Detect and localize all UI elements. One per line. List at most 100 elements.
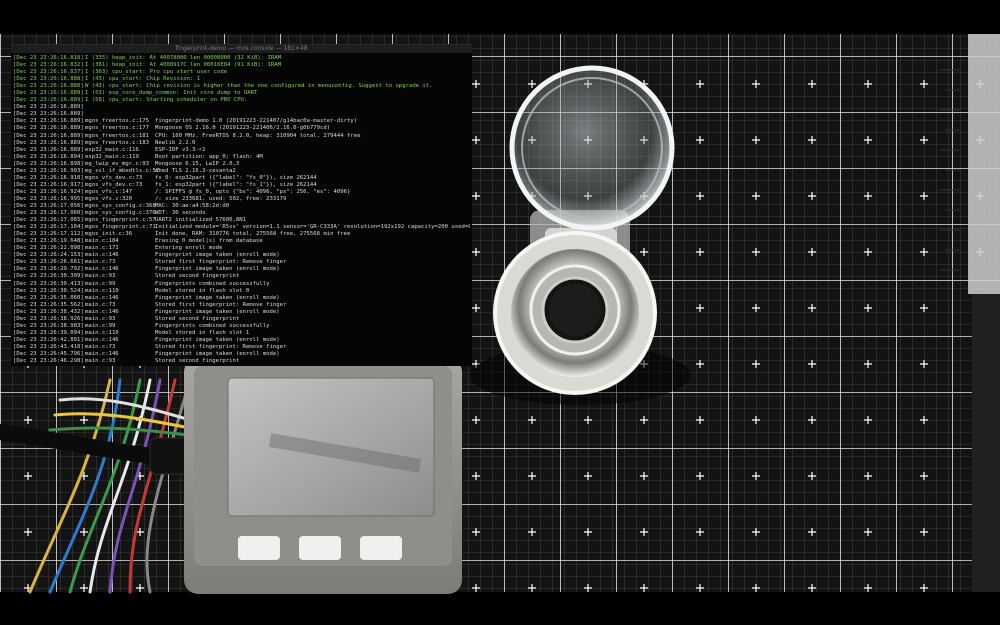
log-source: main.c:146 (85, 308, 119, 315)
log-source: I (53) esp_core_dump_common: (85, 90, 180, 97)
log-line: [Dec 23 23:26:30.413]main.c:99 Fingerprin… (13, 281, 470, 288)
log-message: mbed TLS 2.16.3-cesanta2 (155, 167, 236, 174)
log-timestamp: [Dec 23 23:26:16.818] (13, 55, 84, 61)
log-timestamp: [Dec 23 23:26:17.065] (13, 217, 84, 224)
log-source: mgos_freertos.c:177 (85, 125, 149, 132)
log-source: mgos_fingerprint.c:71 (85, 224, 156, 231)
log-timestamp: [Dec 23 23:26:42.891] (13, 336, 84, 343)
log-message: ESP-IDF v3.3-r2 (155, 146, 206, 153)
log-source: main.c:146 (85, 252, 119, 259)
log-source: main.c:146 (85, 266, 119, 273)
log-source: main.c:73 (85, 301, 116, 308)
log-line: [Dec 23 23:26:46.298]main.c:93 Stored sec… (13, 358, 470, 364)
log-source: main.c:99 (85, 280, 116, 287)
log-source: esp32_main.c:119 (85, 153, 139, 160)
log-timestamp: [Dec 23 23:26:16.910] (13, 174, 84, 181)
log-message: Stored second fingerprint (155, 273, 240, 280)
log-line: [Dec 23 23:26:16.995]mgos_vfs.c:320 /: si… (13, 196, 470, 203)
log-source: main.c:146 (85, 350, 119, 357)
log-timestamp: [Dec 23 23:26:35.060] (13, 294, 84, 301)
log-timestamp: [Dec 23 23:26:38.983] (13, 322, 84, 329)
log-message: Stored second fingerprint (155, 358, 240, 364)
log-line: [Dec 23 23:26:16.903]mg_ssl_if_mbedtls.c… (13, 168, 470, 175)
log-timestamp: [Dec 23 23:26:38.926] (13, 315, 84, 322)
log-line: [Dec 23 23:26:16.889]mgos_freertos.c:177… (13, 125, 470, 132)
log-line: [Dec 23 23:26:17.104]mgos_fingerprint.c:… (13, 224, 470, 231)
log-message: Fingerprints combined successfully (155, 322, 270, 329)
log-message: Stored first fingerprint: Remove finger (155, 259, 287, 266)
log-message: Chip Revision: 1 (146, 76, 201, 83)
log-message: At 4008917C len 00016E84 (91 KiB): IRAM (149, 62, 281, 69)
terminal-window: fingerprint-demo — mos console — 181×48 … (11, 44, 472, 366)
log-message: Entering enroll mode (155, 245, 223, 252)
log-line: [Dec 23 23:26:43.418]main.c:73 Stored fir… (13, 344, 470, 351)
log-line: [Dec 23 23:26:16.837]I (363) cpu_start: P… (13, 69, 470, 76)
log-message: Fingerprint image taken (enroll mode) (155, 294, 280, 301)
log-message: Stored first fingerprint: Remove finger (155, 301, 287, 308)
log-message: Initialized module='R5xx' version=1.1 se… (155, 224, 470, 231)
log-timestamp: [Dec 23 23:26:30.413] (13, 280, 84, 287)
log-line: [Dec 23 23:26:17.112]mgos_init.c:36 Init … (13, 231, 470, 238)
log-timestamp: [Dec 23 23:26:16.889] (13, 90, 84, 97)
log-source: mgos_vfs.c:147 (85, 188, 133, 195)
log-timestamp: [Dec 23 23:26:17.060] (13, 210, 84, 217)
log-timestamp: [Dec 23 23:26:39.094] (13, 329, 84, 336)
log-timestamp: [Dec 23 23:26:16.837] (13, 69, 84, 76)
log-line: [Dec 23 23:26:38.432]main.c:146 Fingerpri… (13, 309, 470, 316)
log-line: [Dec 23 23:26:16.924]mgos_vfs.c:147 /: SP… (13, 189, 470, 196)
log-line: [Dec 23 23:26:16.889]esp32_main.c:116 ESP… (13, 147, 470, 154)
log-line: [Dec 23 23:26:38.926]main.c:93 Stored sec… (13, 316, 470, 323)
log-line: [Dec 23 23:26:35.060]main.c:146 Fingerpri… (13, 295, 470, 302)
log-source: mgos_freertos.c:183 (85, 139, 149, 146)
log-message: Chip revision is higher than the one con… (146, 83, 433, 90)
log-message: Pro cpu start user code (149, 69, 228, 76)
log-line: [Dec 23 23:26:39.094]main.c:110 Model sto… (13, 330, 470, 337)
log-source: main.c:73 (85, 343, 116, 350)
log-line: [Dec 23 23:26:16.910]mgos_vfs_dev.c:73 fs… (13, 175, 470, 182)
log-line: [Dec 23 23:26:16.818]I (335) heap_init: A… (13, 55, 470, 62)
log-line: [Dec 23 23:26:16.832]I (361) heap_init: A… (13, 62, 470, 69)
log-timestamp: [Dec 23 23:26:16.889] (13, 104, 84, 111)
log-message: At 40078000 len 00008000 (32 KiB): IRAM (149, 55, 281, 61)
log-line: [Dec 23 23:26:16.917]mgos_vfs_dev.c:73 fs… (13, 182, 470, 189)
log-timestamp: [Dec 23 23:26:16.889] (13, 111, 84, 118)
log-line: [Dec 23 23:26:26.661]main.c:73 Stored fir… (13, 259, 470, 266)
log-message: Starting scheduler on PRO CPU. (146, 97, 248, 104)
log-source: mgos_vfs.c:320 (85, 195, 133, 202)
log-line: [Dec 23 23:26:24.153]main.c:146 Fingerpri… (13, 252, 470, 259)
log-message: Model stored in flash slot 1 (155, 329, 250, 336)
log-timestamp: [Dec 23 23:26:16.889] (13, 146, 84, 153)
log-source: W (43) cpu_start: (85, 83, 143, 90)
log-timestamp: [Dec 23 23:26:17.056] (13, 202, 84, 209)
log-timestamp: [Dec 23 23:26:16.898] (13, 160, 84, 167)
log-line: [Dec 23 23:26:22.098]main.c:171 Entering … (13, 245, 470, 252)
log-timestamp: [Dec 23 23:26:35.562] (13, 301, 84, 308)
log-source: main.c:146 (85, 294, 119, 301)
log-message: Mongoose OS 2.16.0 (20191223-221406/2.16… (155, 125, 331, 132)
log-timestamp: [Dec 23 23:26:16.832] (13, 62, 84, 69)
log-message: Fingerprint image taken (enroll mode) (155, 308, 280, 315)
log-line: [Dec 23 23:26:16.889]I (53) esp_core_dum… (13, 90, 470, 97)
log-timestamp: [Dec 23 23:26:16.924] (13, 188, 84, 195)
log-timestamp: [Dec 23 23:26:26.661] (13, 259, 84, 266)
log-timestamp: [Dec 23 23:26:16.995] (13, 195, 84, 202)
log-source: mgos_fingerprint.c:57 (85, 217, 156, 224)
log-source: mgos_sys_config.c:376 (85, 210, 156, 217)
log-line: [Dec 23 23:26:16.889]mgos_freertos.c:175… (13, 118, 470, 125)
terminal-titlebar: fingerprint-demo — mos console — 181×48 (11, 45, 472, 53)
log-timestamp: [Dec 23 23:26:30.524] (13, 287, 84, 294)
log-source: main.c:93 (85, 358, 116, 364)
log-line: [Dec 23 23:26:16.889]mgos_freertos.c:181… (13, 133, 470, 140)
log-line: [Dec 23 23:26:30.524]main.c:110 Model sto… (13, 288, 470, 295)
log-message: MAC: 30:ae:a4:58:2d:d0 (155, 202, 230, 209)
log-message: Erasing 0 model(s) from database (155, 238, 263, 245)
log-timestamp: [Dec 23 23:26:16.889] (13, 118, 84, 125)
device-button-b (299, 536, 341, 560)
sensor-lid (509, 65, 675, 231)
log-timestamp: [Dec 23 23:26:16.903] (13, 167, 84, 174)
log-line: [Dec 23 23:26:16.889]mgos_freertos.c:183… (13, 140, 470, 147)
log-line: [Dec 23 23:26:45.796]main.c:146 Fingerpri… (13, 351, 470, 358)
log-message: Stored second fingerprint (155, 315, 240, 322)
log-message: Boot partition: app_0; flash: 4M (155, 153, 263, 160)
log-source: I (43) cpu_start: (85, 76, 143, 83)
